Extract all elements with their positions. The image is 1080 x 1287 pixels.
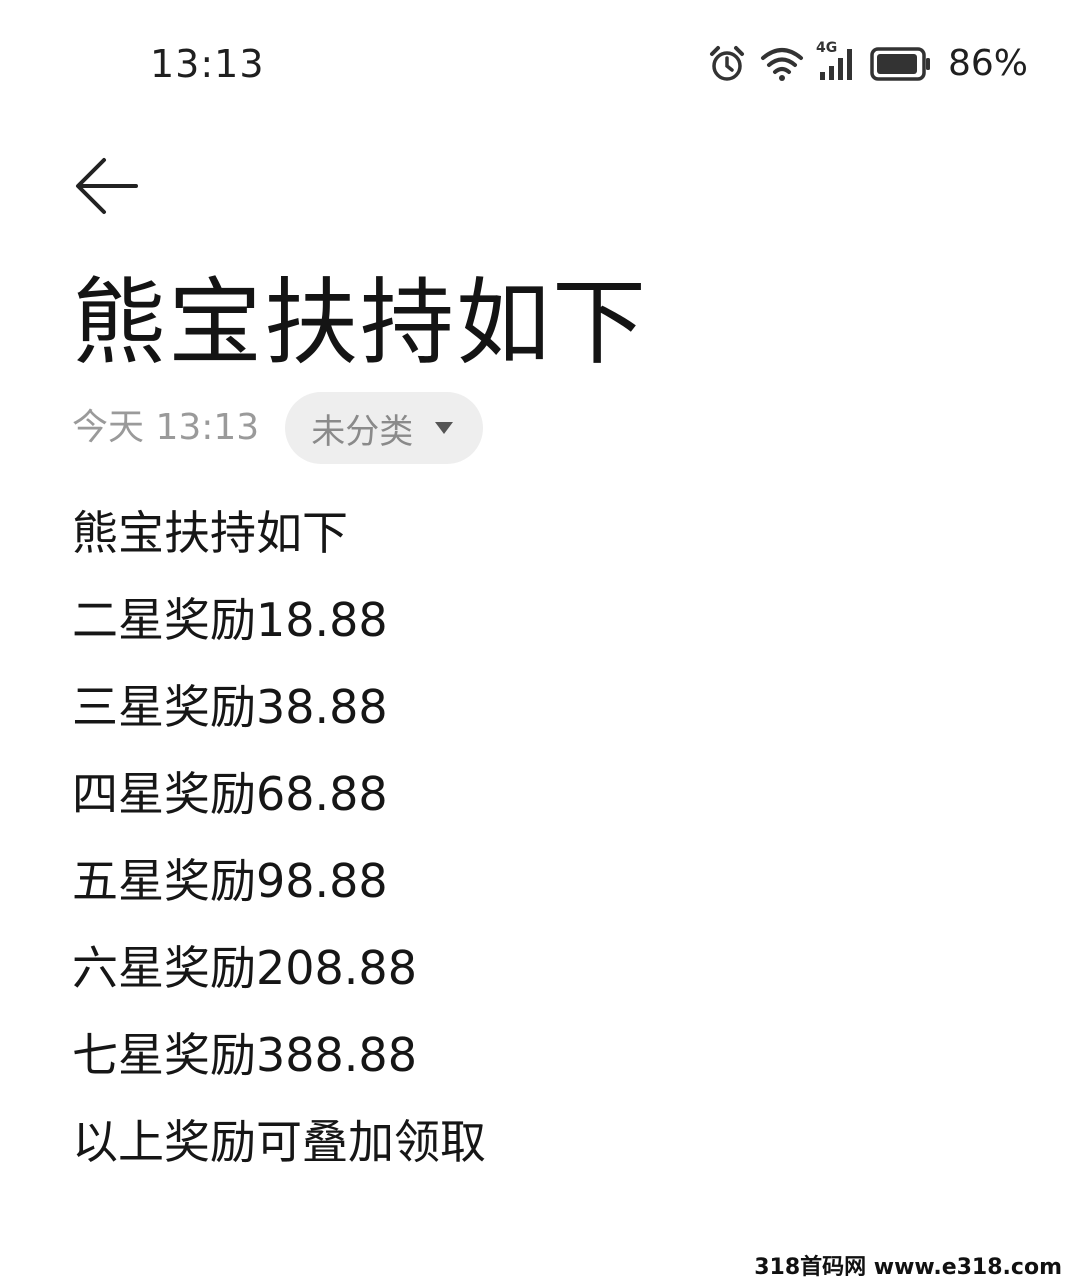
note-line: 二星奖励18.88 [72, 593, 388, 647]
note-body[interactable]: 熊宝扶持如下 二星奖励18.88 三星奖励38.88 四星奖励68.88 五星奖… [72, 490, 1012, 1186]
status-bar: 13:13 4G 86% [0, 0, 1080, 130]
wifi-icon [760, 45, 804, 83]
back-button[interactable] [72, 152, 144, 220]
battery-percent: 86% [947, 43, 1028, 84]
note-line: 六星奖励208.88 [72, 941, 417, 995]
signal-icon: 4G [816, 40, 856, 82]
network-type-label: 4G [815, 40, 838, 56]
status-icons: 4G 86% [708, 40, 1028, 88]
alarm-icon [708, 45, 746, 83]
category-selector[interactable]: 未分类 [285, 392, 484, 464]
note-line: 五星奖励98.88 [72, 854, 388, 908]
note-timestamp: 今天 13:13 [72, 407, 260, 448]
note-line: 七星奖励388.88 [72, 1028, 417, 1082]
note-line: 以上奖励可叠加领取 [72, 1115, 486, 1169]
status-time: 13:13 [150, 42, 265, 86]
note-title[interactable]: 熊宝扶持如下 [72, 272, 648, 376]
note-meta-row: 今天 13:13 未分类 [72, 392, 484, 464]
note-line: 三星奖励38.88 [72, 680, 388, 734]
category-label: 未分类 [311, 411, 414, 452]
note-line: 熊宝扶持如下 [72, 506, 348, 560]
note-line: 四星奖励68.88 [72, 767, 388, 821]
watermark: 318首码网 www.e318.com [748, 1247, 1068, 1283]
dropdown-triangle-icon [435, 422, 454, 434]
battery-icon [870, 46, 932, 82]
back-arrow-icon [76, 158, 138, 214]
